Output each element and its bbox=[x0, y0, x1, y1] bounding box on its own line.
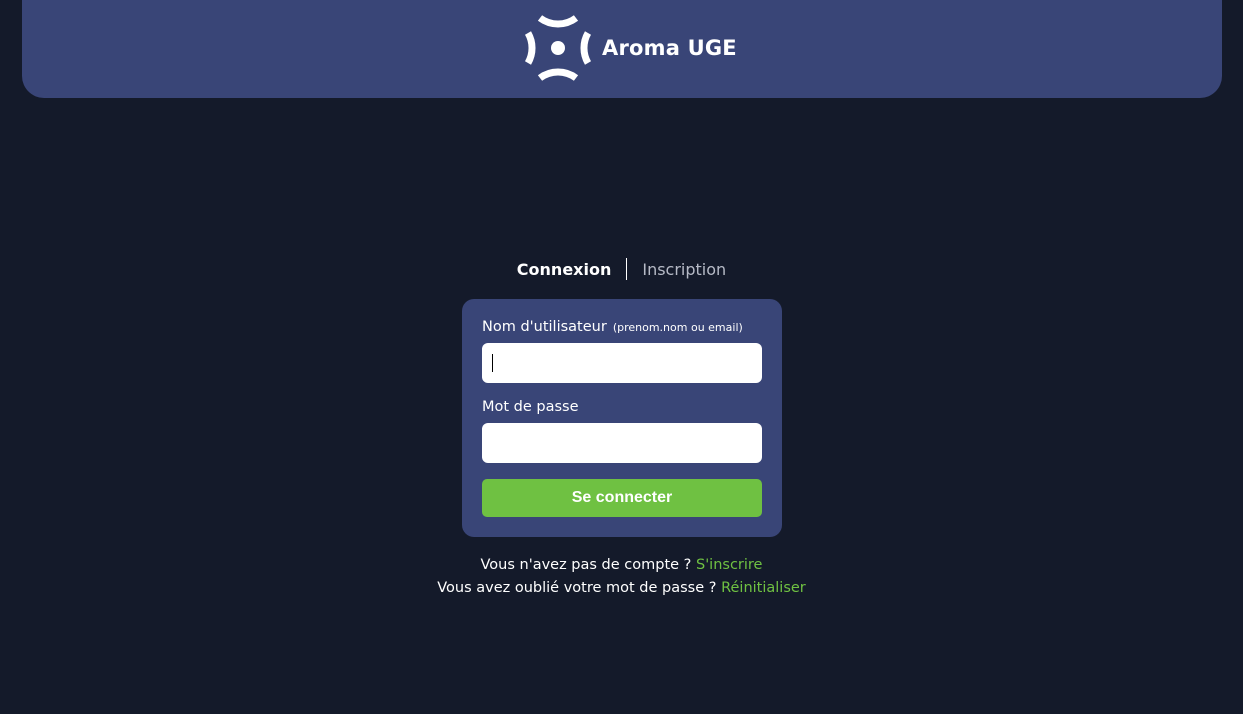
signup-link[interactable]: S'inscrire bbox=[696, 557, 763, 573]
reset-prompt: Vous avez oublié votre mot de passe ? bbox=[437, 580, 717, 596]
tab-divider bbox=[626, 258, 628, 280]
top-header: Aroma UGE bbox=[22, 0, 1222, 98]
text-caret bbox=[492, 354, 493, 372]
username-input[interactable] bbox=[482, 343, 762, 383]
username-label-text: Nom d'utilisateur bbox=[482, 319, 607, 335]
username-hint: (prenom.nom ou email) bbox=[612, 321, 743, 334]
aroma-uge-logo-icon bbox=[525, 15, 591, 81]
tab-inscription[interactable]: Inscription bbox=[642, 260, 726, 279]
reset-password-link[interactable]: Réinitialiser bbox=[721, 580, 806, 596]
tab-connexion[interactable]: Connexion bbox=[517, 260, 612, 279]
brand-logo[interactable]: Aroma UGE bbox=[525, 15, 737, 81]
login-card: Nom d'utilisateur (prenom.nom ou email) M… bbox=[462, 299, 782, 537]
password-input[interactable] bbox=[482, 423, 762, 463]
auth-tabs: Connexion Inscription bbox=[0, 258, 1243, 280]
login-button[interactable]: Se connecter bbox=[482, 479, 762, 517]
brand-name: Aroma UGE bbox=[602, 36, 737, 60]
signup-prompt: Vous n'avez pas de compte ? bbox=[480, 557, 692, 573]
password-label: Mot de passe bbox=[482, 399, 579, 415]
reset-line: Vous avez oublié votre mot de passe ? Ré… bbox=[0, 580, 1243, 596]
username-label: Nom d'utilisateur (prenom.nom ou email) bbox=[482, 319, 743, 335]
signup-line: Vous n'avez pas de compte ? S'inscrire bbox=[0, 557, 1243, 573]
